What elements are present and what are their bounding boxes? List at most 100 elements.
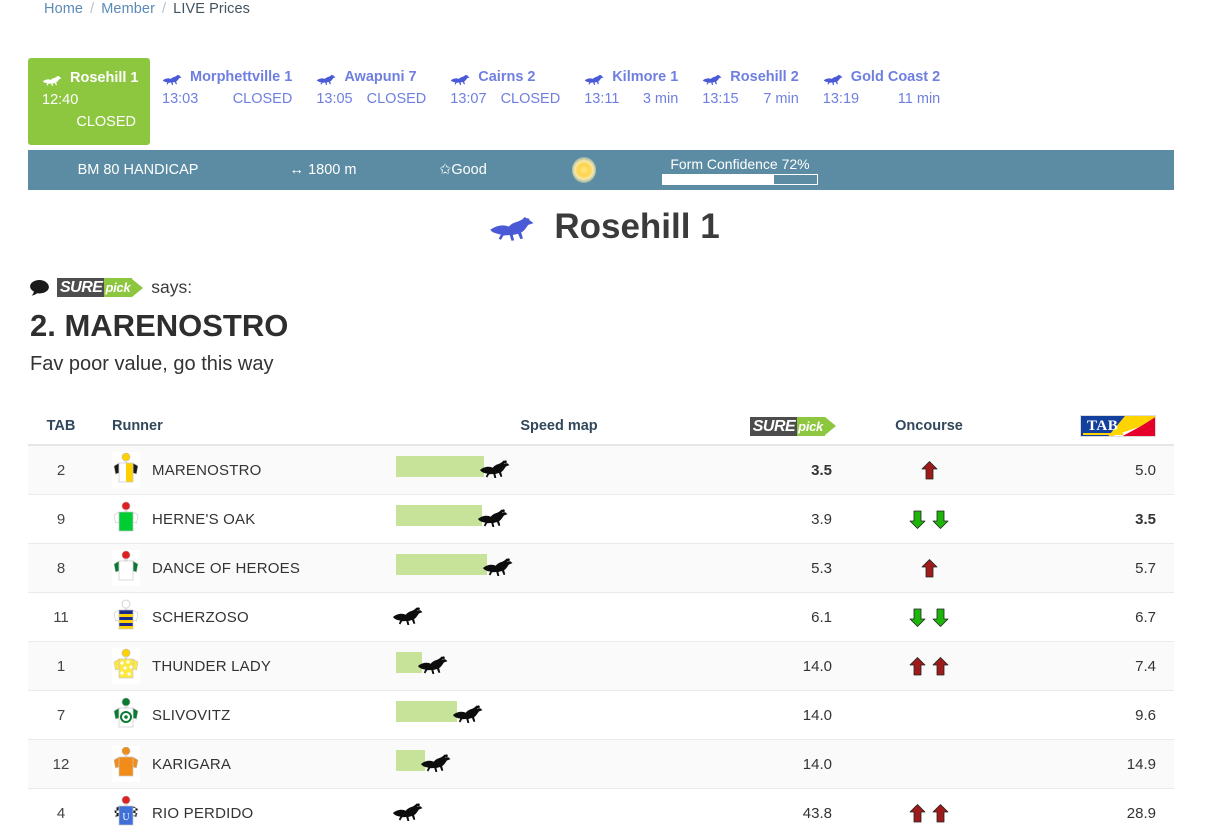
- runner-cell: SCHERZOSO: [112, 599, 394, 635]
- oncourse-arrow: [909, 803, 926, 823]
- race-tab-rosehill-1[interactable]: Rosehill 1 12:40 CLOSED: [28, 58, 150, 146]
- jockey-silk-icon: [112, 550, 140, 586]
- speed-map-cell: [394, 749, 724, 779]
- surepick-header-sure: SURE: [749, 416, 798, 436]
- surepick-odds: 14.0: [802, 706, 832, 724]
- table-row[interactable]: 2 MARENOSTRO 3.5 5.0: [28, 446, 1174, 495]
- race-tab-name: Kilmore 1: [584, 66, 678, 88]
- race-tab-meta: 13:07 CLOSED: [450, 88, 560, 110]
- runner-name[interactable]: SCHERZOSO: [152, 609, 249, 626]
- speed-map-bar: [396, 554, 487, 575]
- race-tab-time: 12:40: [42, 92, 79, 109]
- breadcrumb-current: LIVE Prices: [173, 1, 251, 17]
- race-tab-status: CLOSED: [76, 114, 136, 131]
- runner-name[interactable]: DANCE OF HEROES: [152, 560, 300, 577]
- svg-text:U: U: [122, 812, 130, 823]
- table-row[interactable]: 11 SCHERZOSO 6.1 6.7: [28, 593, 1174, 642]
- runner-tab-number: 2: [56, 461, 66, 479]
- tab-odds: 28.9: [1126, 804, 1156, 822]
- race-tab-rosehill-2[interactable]: Rosehill 2 13:15 7 min: [690, 58, 811, 120]
- oncourse-arrow: [909, 510, 926, 529]
- arrow-down-icon: [909, 510, 926, 529]
- race-tab-cairns-2[interactable]: Cairns 2 13:07 CLOSED: [438, 58, 572, 120]
- arrow-up-icon: [909, 656, 926, 675]
- surepick-logo-arrow-icon: [132, 278, 144, 297]
- runner-name[interactable]: HERNE'S OAK: [152, 511, 255, 528]
- runner-cell: KARIGARA: [112, 746, 394, 782]
- table-row[interactable]: 7 SLIVOVITZ 14.0 9.6: [28, 691, 1174, 740]
- says-label: says:: [151, 277, 193, 297]
- race-tab-kilmore-1[interactable]: Kilmore 1 13:11 3 min: [572, 58, 690, 120]
- oncourse-arrow: [921, 558, 938, 578]
- runner-name[interactable]: MARENOSTRO: [152, 462, 262, 479]
- breadcrumb: Home / Member / LIVE Prices: [44, 1, 250, 17]
- race-tab-status: CLOSED: [500, 91, 561, 108]
- race-tab-status: 7 min: [763, 91, 799, 108]
- header-oncourse: Oncourse: [895, 418, 963, 434]
- distance-icon: ↔: [289, 162, 309, 178]
- race-tabs: Rosehill 1 12:40 CLOSED Morphettville 1 13:0…: [28, 58, 952, 146]
- surepick-logo-pick: pick: [104, 278, 133, 297]
- running-horse-icon: [417, 653, 457, 675]
- table-body: 2 MARENOSTRO 3.5 5.0 9 HERNE'S OAK 3.9 3.5 8 DANC…: [28, 446, 1174, 835]
- runner-name[interactable]: THUNDER LADY: [152, 658, 271, 675]
- race-tab-time: 13:07: [450, 91, 487, 108]
- speed-map-cell: [394, 651, 724, 681]
- race-tab-awapuni-7[interactable]: Awapuni 7 13:05 CLOSED: [304, 58, 438, 120]
- header-speed-map: Speed map: [520, 418, 598, 434]
- race-tab-morphettville-1[interactable]: Morphettville 1 13:03 CLOSED: [150, 58, 304, 120]
- running-horse-icon: [392, 800, 432, 822]
- oncourse-movement: [844, 803, 1014, 823]
- race-tab-meta: 13:19 11 min: [823, 88, 940, 110]
- race-tab-label: Kilmore 1: [612, 69, 679, 85]
- race-tab-time: 13:05: [316, 91, 353, 108]
- arrow-up-icon: [909, 803, 926, 822]
- horse-racing-icon: [42, 72, 65, 86]
- race-tab-status: 3 min: [642, 91, 679, 108]
- table-row[interactable]: 4 U RIO PERDIDO 43.8 28.9: [28, 789, 1174, 835]
- jockey-silk-icon: [112, 746, 140, 782]
- race-tab-time: 13:03: [162, 91, 199, 108]
- breadcrumb-home[interactable]: Home: [44, 1, 83, 17]
- race-tab-label: Rosehill 1: [70, 70, 139, 86]
- race-tab-meta: 13:05 CLOSED: [316, 88, 426, 110]
- race-tab-label: Awapuni 7: [344, 69, 417, 85]
- runner-name[interactable]: RIO PERDIDO: [152, 805, 253, 822]
- header-surepick: SURE pick: [724, 416, 844, 436]
- runner-cell: DANCE OF HEROES: [112, 550, 394, 586]
- runner-name[interactable]: KARIGARA: [152, 756, 231, 773]
- oncourse-arrow: [932, 803, 949, 823]
- table-row[interactable]: 8 DANCE OF HEROES 5.3 5.7: [28, 544, 1174, 593]
- surepick-odds: 6.1: [811, 608, 832, 626]
- race-tab-time: 13:15: [702, 91, 739, 108]
- runner-name[interactable]: SLIVOVITZ: [152, 707, 231, 724]
- race-tab-name: Awapuni 7: [316, 66, 426, 88]
- runner-tab-number: 7: [56, 706, 66, 724]
- live-prices-page: Home / Member / LIVE Prices Rosehill 1 12:40 C…: [0, 0, 1208, 835]
- oncourse-movement: [844, 754, 1014, 774]
- weather-indicator: [528, 157, 640, 183]
- table-row[interactable]: 9 HERNE'S OAK 3.9 3.5: [28, 495, 1174, 544]
- running-horse-icon: [392, 604, 432, 626]
- running-horse-icon: [420, 751, 460, 773]
- table-row[interactable]: 12 KARIGARA 14.0 14.9: [28, 740, 1174, 789]
- race-tab-gold-coast-2[interactable]: Gold Coast 2 13:19 11 min: [811, 58, 952, 120]
- race-tab-meta: 13:11 3 min: [584, 88, 678, 110]
- speed-map-cell: [394, 553, 724, 583]
- table-row[interactable]: 1 THUNDER LADY 14.0 7.4: [28, 642, 1174, 691]
- track-condition: ✩Good: [398, 162, 528, 178]
- runner-tab-number: 9: [56, 510, 66, 528]
- race-tab-name: Cairns 2: [450, 66, 560, 88]
- breadcrumb-member[interactable]: Member: [101, 1, 155, 17]
- runner-tab-number: 4: [56, 804, 66, 822]
- form-confidence-track: [662, 173, 818, 185]
- race-tab-meta: 13:15 7 min: [702, 88, 799, 110]
- surepick-odds: 3.5: [811, 461, 832, 479]
- form-confidence: Form Confidence 72%: [640, 156, 840, 185]
- runner-tab-number: 1: [56, 657, 66, 675]
- form-confidence-fill: [663, 174, 774, 184]
- runner-tab-number: 12: [52, 755, 70, 773]
- speed-map-bar: [396, 505, 482, 526]
- oncourse-movement: [844, 509, 1014, 529]
- tab-odds: 5.0: [1135, 461, 1156, 479]
